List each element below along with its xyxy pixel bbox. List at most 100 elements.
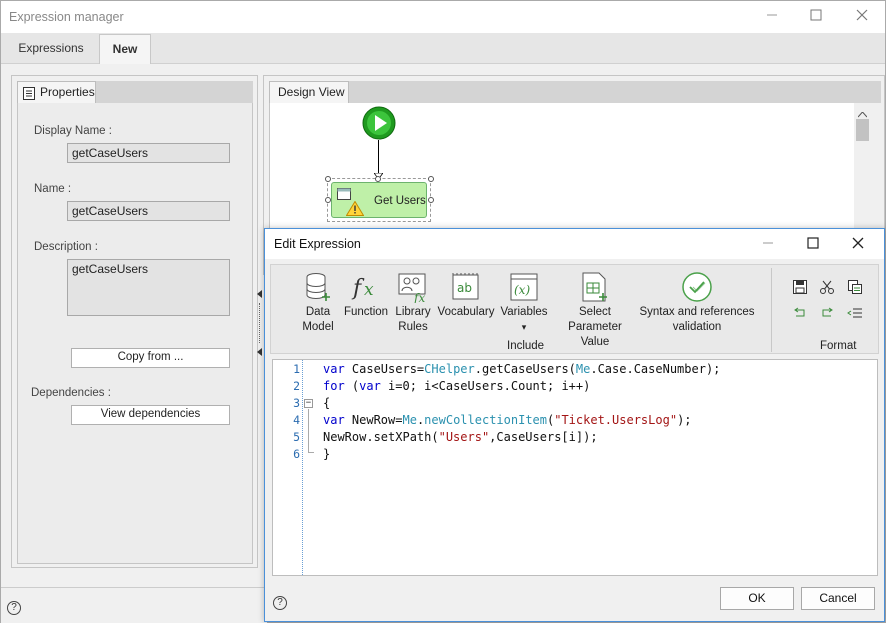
vocabulary-label: Vocabulary bbox=[437, 306, 495, 318]
maximize-icon[interactable] bbox=[801, 5, 831, 27]
code-text: ); bbox=[677, 413, 692, 427]
ok-button[interactable]: OK bbox=[720, 587, 794, 610]
display-name-field[interactable]: getCaseUsers bbox=[67, 143, 230, 163]
tab-new[interactable]: New bbox=[99, 34, 151, 64]
format-group-label: Format bbox=[820, 340, 857, 352]
start-node-icon[interactable] bbox=[362, 106, 396, 143]
resize-handle[interactable] bbox=[428, 197, 434, 203]
tab-expressions[interactable]: Expressions bbox=[3, 34, 99, 64]
code-text: } bbox=[323, 447, 331, 461]
dialog-close-icon[interactable] bbox=[843, 233, 873, 255]
code-text: .getCaseUsers( bbox=[474, 362, 576, 376]
code-line[interactable]: { bbox=[323, 395, 330, 412]
vocabulary-button[interactable]: ab Vocabulary bbox=[435, 265, 497, 355]
variables-icon: (x) bbox=[508, 271, 540, 303]
syntax-validation-label-2: validation bbox=[672, 321, 722, 333]
help-icon[interactable]: ? bbox=[7, 601, 21, 615]
resize-handle[interactable] bbox=[375, 176, 381, 182]
edit-expression-dialog: Edit Expression Data Model fx Function f… bbox=[264, 228, 885, 622]
dialog-title: Edit Expression bbox=[274, 237, 361, 251]
dialog-minimize-icon[interactable] bbox=[753, 233, 783, 255]
select-parameter-label-1: Select Parameter bbox=[568, 306, 622, 333]
window-titlebar: Expression manager bbox=[1, 1, 885, 33]
svg-text:ab: ab bbox=[457, 281, 472, 295]
code-keyword: var bbox=[359, 379, 381, 393]
splitter-collapse-icon[interactable] bbox=[257, 290, 263, 298]
cancel-button[interactable]: Cancel bbox=[801, 587, 875, 610]
library-rules-label-1: Library bbox=[395, 306, 431, 318]
code-text: CaseUsers= bbox=[344, 362, 425, 376]
code-text: NewRow.setXPath( bbox=[323, 430, 439, 444]
code-keyword: var bbox=[323, 362, 345, 376]
name-field[interactable]: getCaseUsers bbox=[67, 201, 230, 221]
data-model-button[interactable]: Data Model bbox=[293, 265, 343, 355]
validation-check-icon bbox=[681, 271, 713, 303]
properties-body: Display Name : getCaseUsers Name : getCa… bbox=[17, 103, 253, 564]
line-number-gutter: 1 2 3 4 5 6 bbox=[273, 360, 303, 575]
fold-guide-end bbox=[308, 452, 314, 453]
copy-icon[interactable] bbox=[847, 279, 865, 297]
data-model-label-1: Data bbox=[305, 306, 331, 318]
code-text: NewRow= bbox=[344, 413, 403, 427]
undo-icon[interactable] bbox=[792, 305, 810, 323]
name-label: Name : bbox=[34, 183, 72, 195]
code-text: i=0; i<CaseUsers.Count; i++) bbox=[380, 379, 591, 393]
include-group-label: Include bbox=[507, 340, 545, 352]
code-line[interactable]: var CaseUsers=CHelper.getCaseUsers(Me.Ca… bbox=[323, 361, 720, 378]
line-number: 5 bbox=[293, 430, 300, 444]
svg-text:fx: fx bbox=[413, 291, 425, 303]
collapse-block-icon[interactable]: − bbox=[304, 399, 313, 408]
code-object: Me bbox=[402, 413, 417, 427]
syntax-validation-button[interactable]: Syntax and references validation bbox=[639, 265, 755, 355]
library-rules-icon: fx bbox=[397, 271, 429, 305]
variables-label: Variables bbox=[500, 306, 548, 318]
code-string: "Ticket.UsersLog" bbox=[554, 413, 678, 427]
resize-handle[interactable] bbox=[325, 176, 331, 182]
tab-properties[interactable]: Properties bbox=[17, 81, 96, 103]
vocabulary-icon: ab bbox=[450, 271, 482, 303]
copy-from-button[interactable]: Copy from ... bbox=[71, 348, 230, 368]
properties-tab-label: Properties bbox=[40, 85, 95, 99]
description-field[interactable]: getCaseUsers bbox=[67, 259, 230, 316]
function-button[interactable]: fx Function bbox=[341, 265, 391, 355]
warning-icon bbox=[345, 200, 365, 219]
design-tab-strip: Design View bbox=[269, 81, 881, 103]
resize-handle[interactable] bbox=[325, 197, 331, 203]
minimize-icon[interactable] bbox=[757, 5, 787, 27]
main-footer: ? bbox=[1, 587, 267, 623]
dialog-help-icon[interactable]: ? bbox=[273, 596, 287, 610]
dialog-maximize-icon[interactable] bbox=[798, 233, 828, 255]
resize-handle[interactable] bbox=[428, 176, 434, 182]
close-icon[interactable] bbox=[847, 5, 877, 27]
fold-guide bbox=[308, 409, 309, 452]
select-parameter-value-button[interactable]: Select Parameter Value bbox=[551, 265, 639, 355]
variables-dropdown-icon[interactable]: ▾ bbox=[522, 322, 527, 332]
code-line[interactable]: NewRow.setXPath("Users",CaseUsers[i]); bbox=[323, 429, 598, 446]
code-text: .Case.CaseNumber); bbox=[590, 362, 721, 376]
cut-icon[interactable] bbox=[819, 279, 837, 297]
database-icon bbox=[302, 271, 334, 303]
scroll-thumb[interactable] bbox=[856, 119, 869, 141]
save-icon[interactable] bbox=[792, 279, 810, 297]
properties-tab-strip: Properties bbox=[17, 81, 253, 103]
splitter-collapse-icon-bottom[interactable] bbox=[257, 348, 263, 356]
task-get-users[interactable]: Get Users bbox=[331, 182, 427, 218]
code-line[interactable]: var NewRow=Me.newCollectionItem("Ticket.… bbox=[323, 412, 692, 429]
svg-text:(x): (x) bbox=[514, 283, 530, 297]
dependencies-label: Dependencies : bbox=[31, 387, 111, 399]
splitter-handle[interactable] bbox=[259, 303, 260, 343]
outdent-icon[interactable] bbox=[847, 305, 865, 323]
library-rules-button[interactable]: fx Library Rules bbox=[389, 265, 437, 355]
code-text: ( bbox=[344, 379, 360, 393]
code-line[interactable]: } bbox=[323, 446, 330, 463]
code-text: { bbox=[323, 396, 331, 410]
dialog-titlebar: Edit Expression bbox=[265, 229, 884, 259]
tab-design-view[interactable]: Design View bbox=[269, 81, 349, 103]
code-line[interactable]: for (var i=0; i<CaseUsers.Count; i++) bbox=[323, 378, 590, 395]
function-label: Function bbox=[343, 306, 389, 318]
view-dependencies-button[interactable]: View dependencies bbox=[71, 405, 230, 425]
code-editor[interactable]: 1 2 3 4 5 6 − var CaseUsers=CHelper.getC… bbox=[272, 359, 878, 576]
svg-text:f: f bbox=[351, 276, 365, 301]
code-keyword: var bbox=[323, 413, 345, 427]
redo-icon[interactable] bbox=[819, 305, 837, 323]
